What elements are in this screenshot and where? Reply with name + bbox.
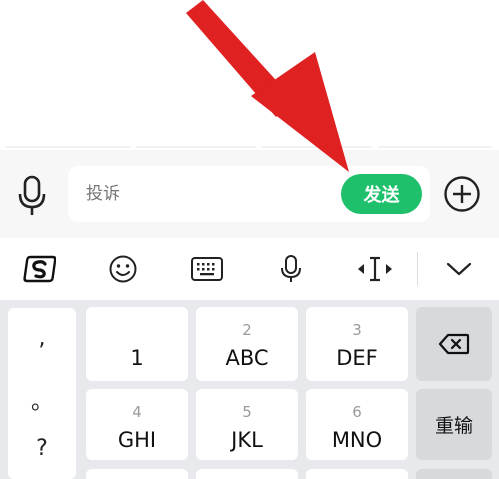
punctuation-column[interactable]: , 。 ? [8,308,76,479]
keyboard-switch-button[interactable] [182,238,232,300]
key-tuv[interactable] [196,469,298,479]
divider [262,146,372,148]
ime-toolbar [0,238,499,300]
collapse-chevron-icon [446,262,472,276]
sogou-logo-button[interactable] [14,238,64,300]
emoji-button[interactable] [98,238,148,300]
key-mno[interactable]: 6 MNO [306,389,408,460]
key-1[interactable]: 1 [86,307,188,381]
key-bottom-right[interactable] [416,469,492,479]
voice-button[interactable] [266,238,316,300]
backspace-icon-wrap [416,307,492,381]
key-label: MNO [331,428,383,452]
key-number: 5 [242,403,252,421]
key-abc[interactable]: 2 ABC [196,307,298,381]
microphone-icon [18,175,46,215]
key-number: 4 [132,403,142,421]
message-input[interactable] [86,178,336,210]
key-label: JKL [231,428,263,452]
key-number: 3 [352,321,362,339]
period-key[interactable]: 。 [8,384,76,416]
cursor-move-icon [358,256,392,282]
voice-input-button[interactable] [14,174,50,218]
retype-label: 重输 [434,415,473,437]
key-label: ABC [225,346,269,370]
send-button[interactable]: 发送 [341,174,422,214]
key-number: 6 [352,403,362,421]
key-jkl[interactable]: 5 JKL [196,389,298,460]
key-wxyz[interactable] [306,469,408,479]
key-label: GHI [117,428,157,452]
key-label: 1 [130,346,144,370]
backspace-icon [438,333,470,355]
toolbar-separator [417,252,418,286]
question-key[interactable]: ? [8,436,76,461]
comma-key[interactable]: , [8,326,76,351]
plus-circle-icon [444,176,480,212]
more-options-button[interactable] [443,175,481,213]
key-pqrs[interactable] [86,469,188,479]
emoji-icon [109,255,137,283]
backspace-key[interactable] [416,307,492,381]
retype-key[interactable]: 重输 [416,389,492,460]
cursor-move-button[interactable] [350,238,400,300]
microphone-icon [281,255,301,282]
sogou-logo-icon [23,255,56,283]
key-ghi[interactable]: 4 GHI [86,389,188,460]
key-label: DEF [336,346,378,370]
divider [6,146,130,148]
chat-area [0,0,499,150]
collapse-keyboard-button[interactable] [434,238,484,300]
divider [378,146,492,148]
key-def[interactable]: 3 DEF [306,307,408,381]
divider [136,146,256,148]
key-number: 2 [242,321,252,339]
keyboard-icon [191,257,223,281]
